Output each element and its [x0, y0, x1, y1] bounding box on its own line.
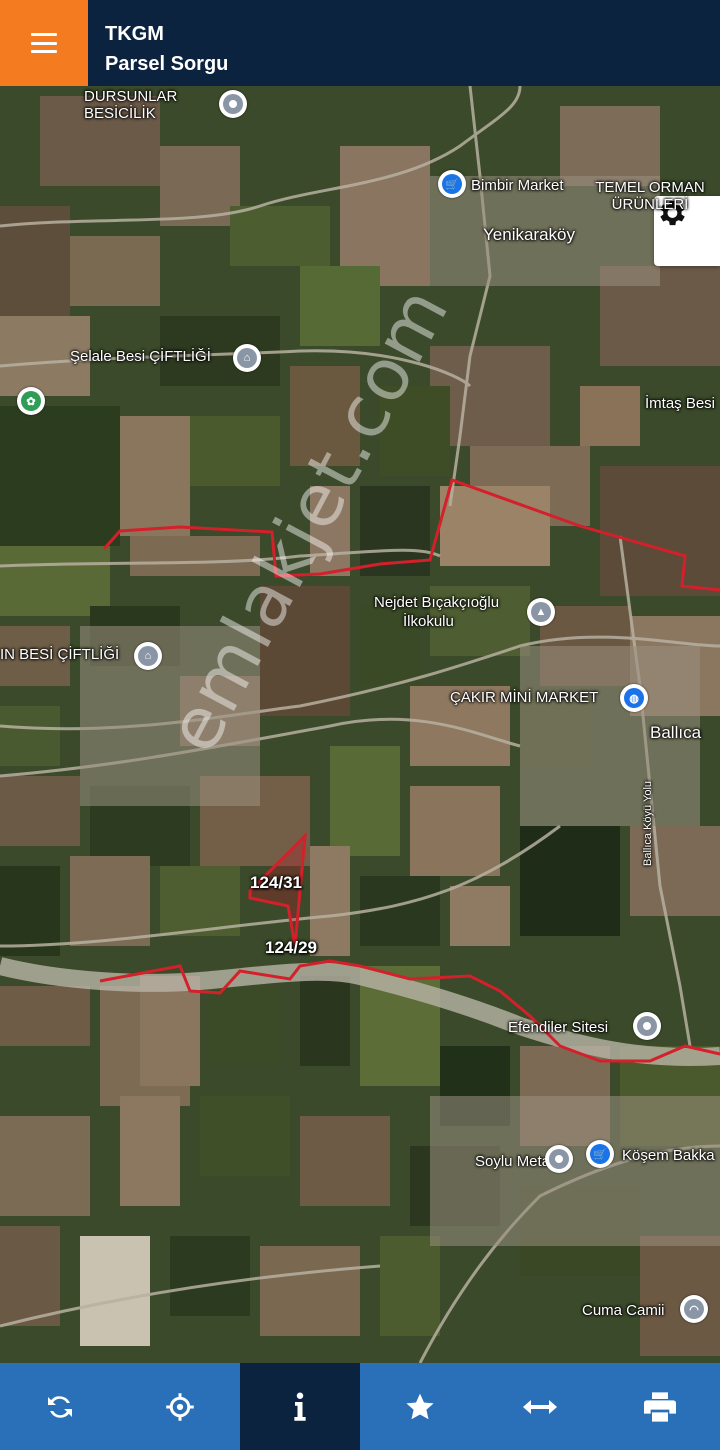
- info-icon: [294, 1392, 306, 1421]
- app-subtitle: Parsel Sorgu: [105, 53, 229, 75]
- poi-selale-pin[interactable]: ⌂: [233, 344, 261, 372]
- poi-nejdet-label-line2: İlkokulu: [403, 613, 454, 630]
- poi-bimbir-pin[interactable]: 🛒: [438, 170, 466, 198]
- print-button[interactable]: [600, 1363, 720, 1450]
- poi-cuma-pin[interactable]: ◠: [680, 1295, 708, 1323]
- building-icon: ⌂: [237, 348, 257, 368]
- poi-imtas-label: İmtaş Besi: [645, 395, 716, 412]
- poi-bimbir-label: Bimbir Market: [471, 177, 564, 194]
- favorites-button[interactable]: [360, 1363, 480, 1450]
- print-icon: [644, 1391, 676, 1422]
- poi-nejdet-pin[interactable]: ▲: [527, 598, 555, 626]
- poi-park-pin[interactable]: ✿: [17, 387, 45, 415]
- app-header: TKGM Parsel Sorgu: [0, 0, 720, 86]
- poi-efendiler-pin[interactable]: [633, 1012, 661, 1040]
- place-ballica-label: Ballıca: [650, 723, 702, 742]
- measure-button[interactable]: [480, 1363, 600, 1450]
- school-icon: ▲: [531, 602, 551, 622]
- info-button[interactable]: [240, 1363, 360, 1450]
- shopping-bag-icon: ◍: [624, 688, 644, 708]
- poi-kosem-pin[interactable]: 🛒: [586, 1140, 614, 1168]
- building-icon: ⌂: [138, 646, 158, 666]
- poi-nejdet-label-line1: Nejdet Bıçakçıoğlu: [374, 594, 500, 611]
- parcel-label-124-29[interactable]: 124/29: [265, 938, 317, 958]
- poi-besi-ciftligi-label: IN BESİ ÇİFTLİĞİ: [0, 646, 120, 663]
- arrows-horizontal-icon: [523, 1399, 557, 1414]
- flower-icon: ✿: [21, 391, 41, 411]
- road-ballica-yolu-label: Ballıca Köyü Yolu: [642, 780, 654, 866]
- locate-button[interactable]: [120, 1363, 240, 1450]
- satellite-map[interactable]: emlakjet.com DURSUNLAR BESİCİLİK 🛒 Bimbi…: [0, 86, 720, 1363]
- poi-cakir-pin[interactable]: ◍: [620, 684, 648, 712]
- poi-cakir-label: ÇAKIR MİNİ MARKET: [450, 689, 599, 706]
- poi-selale-label: Şelale Besi ÇİFTLİĞİ: [70, 348, 211, 365]
- header-titles: TKGM Parsel Sorgu: [88, 0, 228, 86]
- hamburger-icon: [31, 33, 57, 53]
- star-icon: [406, 1393, 434, 1419]
- cart-icon: 🛒: [590, 1144, 610, 1164]
- poi-dursunlar-pin[interactable]: [219, 90, 247, 118]
- menu-button[interactable]: [0, 0, 88, 86]
- cart-icon: 🛒: [442, 174, 462, 194]
- parcel-label-124-31[interactable]: 124/31: [250, 873, 302, 893]
- refresh-icon: [48, 1395, 72, 1418]
- app-title: TKGM: [105, 23, 164, 45]
- poi-soylu-label: Soylu Metal: [475, 1153, 554, 1170]
- satellite-imagery: [0, 86, 720, 1363]
- crosshair-icon: [166, 1392, 194, 1421]
- refresh-button[interactable]: [0, 1363, 120, 1450]
- poi-dursunlar-label: DURSUNLAR BESİCİLİK: [84, 88, 178, 122]
- bottom-toolbar: [0, 1363, 720, 1450]
- mosque-icon: ◠: [684, 1299, 704, 1319]
- poi-efendiler-label: Efendiler Sitesi: [508, 1019, 609, 1036]
- poi-cuma-label: Cuma Camii: [582, 1302, 665, 1319]
- poi-soylu-pin[interactable]: [545, 1145, 573, 1173]
- poi-kosem-label: Köşem Bakka: [622, 1147, 715, 1164]
- place-yenikarakoy-label: Yenikaraköy: [483, 225, 575, 244]
- poi-temel-label: TEMEL ORMAN ÜRÜNLERİ: [595, 179, 705, 213]
- poi-besi-ciftligi-pin[interactable]: ⌂: [134, 642, 162, 670]
